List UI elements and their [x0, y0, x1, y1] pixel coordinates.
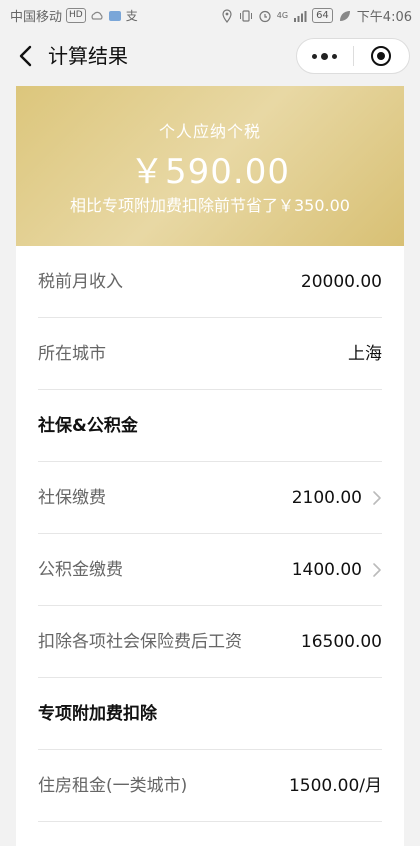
vibrate-icon — [239, 9, 252, 22]
miniprogram-capsule — [296, 38, 410, 74]
status-bar: 中国移动 HD 支 4G 64 下午4:06 — [0, 0, 420, 30]
chevron-right-icon — [373, 563, 381, 577]
alarm-icon — [259, 10, 271, 22]
status-bar-left: 中国移动 HD 支 — [10, 6, 138, 25]
page-title: 计算结果 — [48, 44, 128, 68]
image-icon — [108, 10, 121, 21]
row-value: 1400.00 — [291, 560, 362, 580]
leaf-icon — [339, 10, 350, 21]
row-value: 2100.00 — [291, 488, 362, 508]
chevron-right-icon — [373, 491, 381, 505]
battery-indicator: 64 — [312, 8, 333, 23]
section-header-social-insurance: 社保&公积金 — [38, 390, 382, 462]
cloud-icon — [91, 11, 103, 20]
hd-badge: HD — [66, 8, 86, 23]
row-label: 扣除各项社会保险费后工资 — [38, 632, 242, 652]
row-label: 住房租金(一类城市) — [38, 776, 188, 796]
row-value: 上海 — [348, 344, 382, 364]
close-target-icon — [371, 46, 392, 66]
alipay-icon: 支 — [125, 9, 138, 23]
chevron-left-icon — [19, 45, 32, 67]
carrier-name: 中国移动 — [10, 10, 63, 25]
back-button[interactable] — [12, 42, 38, 70]
row-value: 16500.00 — [300, 632, 382, 652]
close-miniprogram-button[interactable] — [354, 39, 410, 73]
list-item-housing-rent: 住房租金(一类城市) 1500.00/月 — [38, 750, 382, 822]
tax-result-banner: 个人应纳个税 ￥590.00 相比专项附加费扣除前节省了￥350.00 — [16, 86, 404, 246]
status-bar-right: 4G 64 下午4:06 — [220, 6, 412, 25]
section-title: 专项附加费扣除 — [38, 704, 157, 724]
list-item-net-salary: 扣除各项社会保险费后工资 16500.00 — [38, 606, 382, 678]
row-value: 1500.00/月 — [288, 776, 382, 796]
section-header-special-deductions: 专项附加费扣除 — [38, 678, 382, 750]
signal-icon — [294, 10, 307, 22]
row-value: 20000.00 — [300, 272, 382, 292]
row-label: 所在城市 — [38, 344, 106, 364]
list-item-city: 所在城市 上海 — [38, 318, 382, 390]
savings-note: 相比专项附加费扣除前节省了￥350.00 — [70, 196, 350, 215]
clock-time: 下午4:06 — [356, 10, 412, 25]
location-icon — [222, 8, 232, 23]
list-item-pretax-income: 税前月收入 20000.00 — [38, 246, 382, 318]
more-dots-icon — [312, 52, 338, 60]
row-label: 税前月收入 — [38, 272, 123, 292]
row-label: 公积金缴费 — [38, 560, 123, 580]
list-item-social-insurance[interactable]: 社保缴费 2100.00 — [38, 462, 382, 534]
result-detail-list: 税前月收入 20000.00 所在城市 上海 社保&公积金 社保缴费 2100.… — [16, 246, 404, 846]
tax-amount: ￥590.00 — [130, 152, 290, 192]
row-label: 社保缴费 — [38, 488, 106, 508]
navigation-bar: 计算结果 — [0, 30, 420, 82]
list-item-housing-fund[interactable]: 公积金缴费 1400.00 — [38, 534, 382, 606]
section-title: 社保&公积金 — [38, 416, 138, 436]
tax-result-label: 个人应纳个税 — [158, 122, 261, 141]
network-type: 4G — [276, 11, 289, 20]
more-button[interactable] — [297, 39, 353, 73]
